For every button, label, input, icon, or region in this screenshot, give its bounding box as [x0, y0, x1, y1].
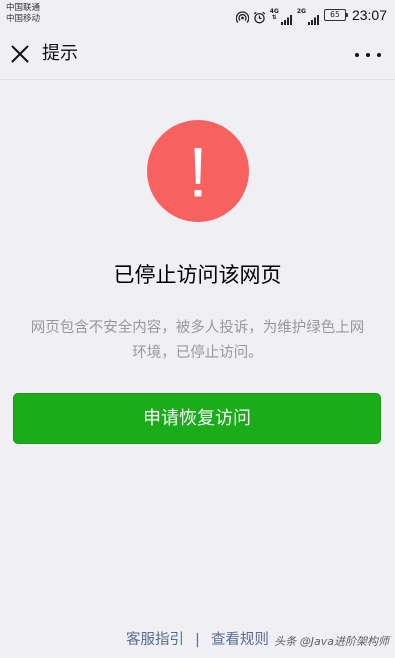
title-bar: 提示 [0, 30, 395, 80]
close-icon [11, 45, 29, 63]
exclamation-icon [194, 148, 202, 197]
carrier-2-label: 中国移动 [6, 14, 41, 24]
view-rules-link[interactable]: 查看规则 [211, 632, 269, 648]
network-2-indicator: 2G [297, 9, 306, 21]
more-button[interactable] [353, 42, 383, 68]
carrier-info: 中国联通 中国移动 [6, 3, 40, 25]
status-icons: 4G ⇅ 2G 65 23:07 [235, 5, 387, 25]
more-dots-icon [366, 53, 370, 57]
more-dots-icon [377, 53, 381, 57]
footer-separator: | [195, 632, 200, 648]
request-restore-button[interactable]: 申请恢复访问 [13, 393, 381, 444]
customer-service-guide-link[interactable]: 客服指引 [126, 632, 184, 648]
battery-level: 65 [330, 10, 340, 19]
more-dots-icon [355, 53, 359, 57]
network-1-indicator: 4G ⇅ [270, 9, 279, 21]
clock: 23:07 [351, 7, 387, 23]
carrier-1-label: 中国联通 [6, 3, 41, 13]
close-button[interactable] [6, 40, 34, 68]
page-title: 提示 [42, 43, 78, 64]
signal-1-icon [280, 10, 293, 25]
data-arrows-icon [300, 15, 302, 21]
page-heading: 已停止访问该网页 [113, 263, 282, 287]
battery-icon: 65 [323, 9, 348, 21]
hotspot-icon [235, 9, 250, 23]
warning-circle [147, 120, 249, 222]
signal-2-icon [307, 10, 320, 25]
watermark: 头条 @Java进阶架构师 [274, 635, 389, 648]
alarm-icon [253, 9, 266, 23]
description-text: 网页包含不安全内容，被多人投诉，为维护绿色上网环境，已停止访问。 [30, 320, 365, 361]
data-arrows-icon: ⇅ [271, 14, 277, 21]
status-bar: 中国联通 中国移动 4G ⇅ 2G 65 23:07 [0, 0, 395, 30]
